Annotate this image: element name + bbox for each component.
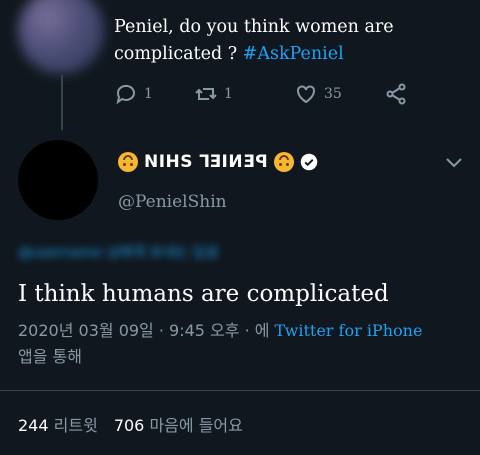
reply-count: 1 <box>144 86 153 102</box>
previous-tweet-text: Peniel, do you think women are complicat… <box>114 14 454 68</box>
upside-down-face-icon <box>274 152 295 172</box>
previous-tweet-avatar[interactable] <box>18 0 104 74</box>
likes-stat[interactable]: 706 마음에 들어요 <box>114 412 243 436</box>
retweet-count: 1 <box>224 86 233 102</box>
tweet-source-link[interactable]: Twitter for iPhone <box>275 321 423 340</box>
tweet-stats: 244 리트윗 706 마음에 들어요 <box>18 412 243 436</box>
hashtag-link[interactable]: #AskPeniel <box>243 44 344 64</box>
author-avatar[interactable] <box>18 140 98 220</box>
tweet-text: I think humans are complicated <box>18 281 389 307</box>
verified-icon <box>300 153 318 171</box>
divider <box>0 390 480 391</box>
tweet-timestamp[interactable]: 2020년 03월 09일 · 9:45 오후 · 에 <box>18 321 275 340</box>
reply-to-line: @username 님에게 보내는 답글 <box>18 242 218 262</box>
like-button[interactable]: 35 <box>294 82 384 106</box>
chevron-down-icon[interactable] <box>444 156 464 170</box>
like-icon <box>297 85 315 104</box>
retweet-icon <box>195 88 217 100</box>
tweet-meta: 2020년 03월 09일 · 9:45 오후 · 에 Twitter for … <box>18 318 468 370</box>
share-icon <box>386 83 406 105</box>
retweets-label: 리트윗 <box>53 416 98 435</box>
reply-button[interactable]: 1 <box>114 82 194 106</box>
retweets-stat[interactable]: 244 리트윗 <box>18 412 98 436</box>
upside-down-face-icon <box>118 152 138 172</box>
thread-line <box>61 75 63 130</box>
author-name-row[interactable]: NIHS ꓶƎIИƎꟼ <box>118 152 318 172</box>
likes-count: 706 <box>113 416 145 435</box>
share-button[interactable] <box>384 82 408 106</box>
tweet-actions: 1 1 35 <box>114 82 408 106</box>
retweet-button[interactable]: 1 <box>194 82 294 106</box>
reply-icon <box>116 84 135 105</box>
reply-to-mention: @username 님에게 보내는 답글 <box>18 245 219 261</box>
tweet-source-suffix: 앱을 통해 <box>18 347 82 366</box>
likes-label: 마음에 들어요 <box>149 416 243 435</box>
author-handle[interactable]: @PenielShin <box>118 192 227 212</box>
like-count: 35 <box>324 86 342 102</box>
display-name: NIHS ꓶƎIИƎꟼ <box>144 152 269 172</box>
retweets-count: 244 <box>18 416 49 435</box>
